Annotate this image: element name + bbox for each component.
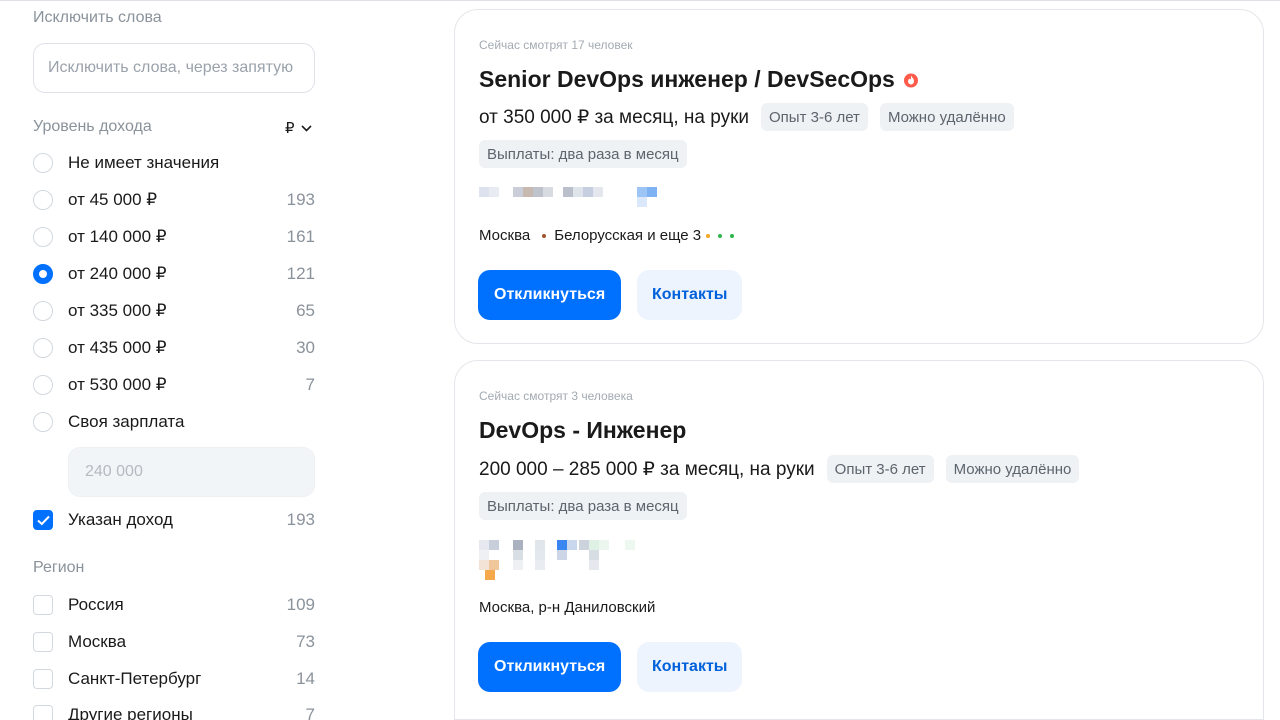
- income-option-count: 7: [305, 375, 315, 394]
- income-level-title: Уровень дохода: [33, 118, 152, 135]
- viewers-count: Сейчас смотрят 3 человека: [479, 389, 633, 403]
- metro-line-dot: [718, 233, 723, 238]
- salary-specified-option[interactable]: Указан доход 193: [33, 508, 315, 532]
- location-row: Москва, р-н Даниловский: [479, 599, 655, 616]
- income-option-count: 30: [296, 338, 315, 357]
- region-option-count: 7: [305, 705, 315, 720]
- region-option-moscow[interactable]: Москва 73: [33, 630, 315, 654]
- radio-button[interactable]: [33, 338, 53, 358]
- income-option-label: Своя зарплата: [68, 412, 185, 431]
- income-option-240000[interactable]: от 240 000 ₽ 121: [33, 262, 315, 286]
- vacancy-title-text: DevOps - Инженер: [479, 417, 687, 443]
- radio-button-selected[interactable]: [33, 264, 53, 284]
- fire-icon: [903, 73, 918, 87]
- salary-text: 200 000 – 285 000 ₽ за месяц, на руки: [479, 458, 815, 480]
- apply-button[interactable]: Откликнуться: [478, 270, 622, 320]
- income-option-label: от 435 000 ₽: [68, 338, 167, 357]
- payout-tag: Выплаты: два раза в месяц: [479, 492, 687, 520]
- radio-button[interactable]: [33, 227, 53, 247]
- income-option-label: от 140 000 ₽: [68, 227, 167, 246]
- region-option-count: 109: [286, 595, 315, 614]
- vacancy-title[interactable]: DevOps - Инженер: [479, 417, 686, 444]
- radio-button[interactable]: [33, 153, 53, 173]
- income-option-label: Не имеет значения: [68, 153, 220, 172]
- region-option-label: Санкт-Петербург: [68, 669, 202, 688]
- checkbox[interactable]: [33, 669, 53, 689]
- vacancy-title[interactable]: Senior DevOps инженер / DevSecOps: [479, 66, 919, 93]
- income-option-label: от 45 000 ₽: [68, 190, 158, 209]
- experience-tag: Опыт 3-6 лет: [761, 103, 868, 131]
- chevron-down-icon: [300, 124, 312, 132]
- region-option-spb[interactable]: Санкт-Петербург 14: [33, 667, 315, 691]
- vacancy-card[interactable]: Сейчас смотрят 3 человека DevOps - Инжен…: [454, 360, 1264, 720]
- income-option-count: 161: [286, 227, 315, 246]
- radio-button[interactable]: [33, 375, 53, 395]
- region-option-russia[interactable]: Россия 109: [33, 593, 315, 617]
- metro-line-dot: [706, 233, 711, 238]
- region-option-label: Другие регионы: [68, 705, 193, 720]
- radio-button[interactable]: [33, 301, 53, 321]
- metro-line-dot: [730, 233, 735, 238]
- contacts-button[interactable]: Контакты: [637, 642, 743, 692]
- location-row: Москва Белорусская и еще 3: [479, 227, 737, 244]
- income-option-count: 65: [296, 301, 315, 320]
- income-option-count: 121: [286, 264, 315, 283]
- salary-specified-label: Указан доход: [68, 510, 173, 529]
- payout-tag: Выплаты: два раза в месяц: [479, 140, 687, 168]
- vacancy-title-text: Senior DevOps инженер / DevSecOps: [479, 66, 895, 92]
- checkbox[interactable]: [33, 632, 53, 652]
- region-option-count: 14: [296, 669, 315, 688]
- income-option-label: от 240 000 ₽: [68, 264, 167, 283]
- salary-row: 200 000 – 285 000 ₽ за месяц, на руки Оп…: [479, 455, 1080, 483]
- custom-salary-input[interactable]: [68, 447, 315, 497]
- radio-button[interactable]: [33, 412, 53, 432]
- viewers-count: Сейчас смотрят 17 человек: [479, 38, 633, 52]
- income-option-custom[interactable]: Своя зарплата: [33, 410, 315, 434]
- checkbox-checked[interactable]: [33, 510, 53, 530]
- income-option-count: 193: [286, 190, 315, 209]
- region-title: Регион: [33, 559, 85, 576]
- radio-button[interactable]: [33, 190, 53, 210]
- exclude-words-input[interactable]: [33, 43, 315, 93]
- income-option-140000[interactable]: от 140 000 ₽ 161: [33, 225, 315, 249]
- metro-station-text: Белорусская и еще 3: [554, 227, 702, 244]
- remote-tag: Можно удалённо: [879, 103, 1014, 131]
- region-option-count: 73: [296, 632, 315, 651]
- income-option-435000[interactable]: от 435 000 ₽ 30: [33, 336, 315, 360]
- region-option-label: Москва: [68, 632, 127, 651]
- checkbox[interactable]: [33, 595, 53, 615]
- income-option-label: от 530 000 ₽: [68, 375, 167, 394]
- salary-text: от 350 000 ₽ за месяц, на руки: [479, 106, 749, 128]
- income-option-530000[interactable]: от 530 000 ₽ 7: [33, 373, 315, 397]
- experience-tag: Опыт 3-6 лет: [826, 455, 934, 483]
- region-option-other[interactable]: Другие регионы 7: [33, 703, 315, 720]
- income-option-any[interactable]: Не имеет значения: [33, 151, 315, 175]
- remote-tag: Можно удалённо: [945, 455, 1080, 483]
- income-option-label: от 335 000 ₽: [68, 301, 167, 320]
- exclude-words-title: Исключить слова: [33, 9, 162, 26]
- filters-sidebar: Исключить слова Уровень дохода ₽ Не имее…: [33, 0, 315, 720]
- company-logo[interactable]: [479, 540, 649, 580]
- salary-specified-count: 193: [286, 510, 315, 529]
- metro-line-dot: [542, 233, 547, 238]
- address-text: Москва, р-н Даниловский: [479, 599, 656, 616]
- checkmark-icon: [37, 515, 50, 526]
- checkbox[interactable]: [33, 705, 53, 720]
- currency-selector[interactable]: ₽: [285, 119, 312, 137]
- currency-label: ₽: [285, 120, 295, 137]
- company-logo[interactable]: [479, 187, 659, 209]
- salary-row: от 350 000 ₽ за месяц, на руки Опыт 3-6 …: [479, 103, 1014, 131]
- city-text: Москва: [479, 227, 531, 244]
- apply-button[interactable]: Откликнуться: [478, 642, 622, 692]
- region-option-label: Россия: [68, 595, 124, 614]
- contacts-button[interactable]: Контакты: [637, 270, 743, 320]
- income-option-45000[interactable]: от 45 000 ₽ 193: [33, 188, 315, 212]
- vacancy-card[interactable]: Сейчас смотрят 17 человек Senior DevOps …: [454, 9, 1264, 344]
- income-option-335000[interactable]: от 335 000 ₽ 65: [33, 299, 315, 323]
